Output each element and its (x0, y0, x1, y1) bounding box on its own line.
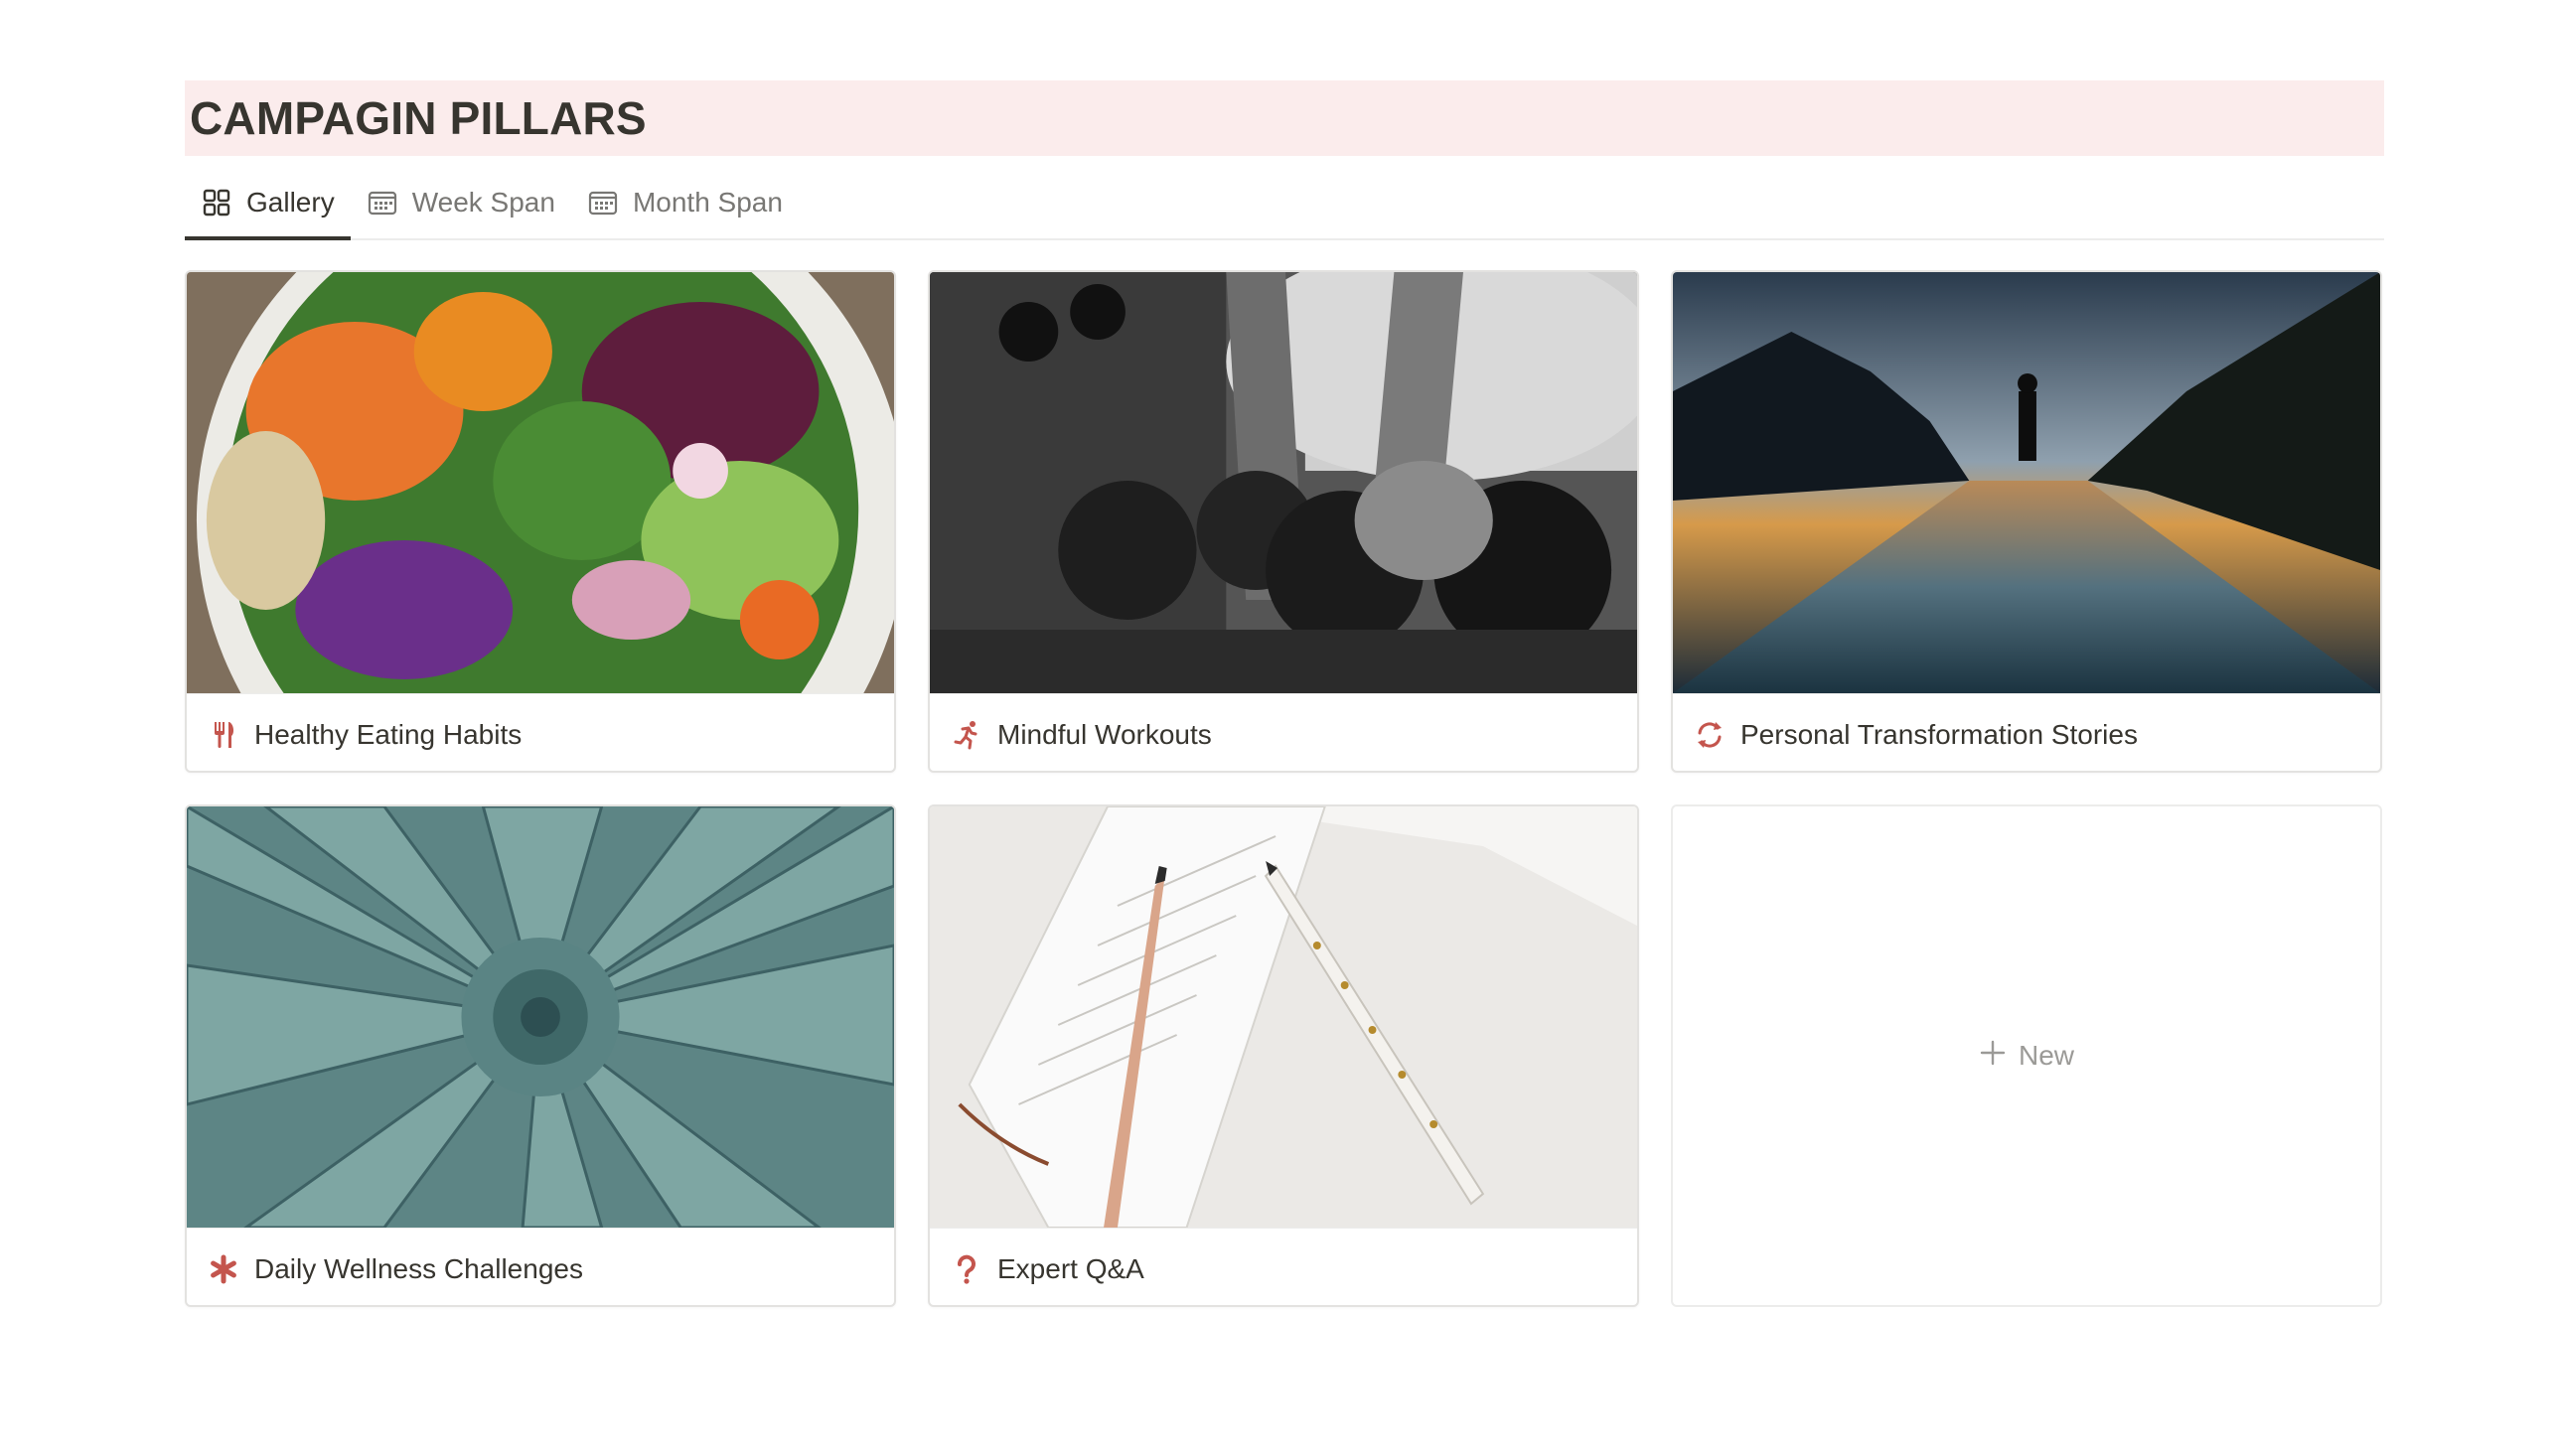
asterisk-icon (207, 1252, 240, 1286)
card-cover-image (930, 272, 1637, 693)
question-mark-icon (950, 1252, 983, 1286)
gallery-card-mindful-workouts[interactable]: Mindful Workouts (928, 270, 1639, 773)
gallery-card-expert-qa[interactable]: Expert Q&A (928, 804, 1639, 1307)
gallery-card-daily-wellness[interactable]: Daily Wellness Challenges (185, 804, 896, 1307)
view-tabs: Gallery Week Span Month Span (185, 167, 2384, 240)
gallery-grid-icon (201, 187, 232, 218)
card-footer: Daily Wellness Challenges (187, 1228, 894, 1305)
card-footer: Healthy Eating Habits (187, 693, 894, 771)
plus-icon (1979, 1039, 2007, 1074)
new-card-button[interactable]: New (1671, 804, 2382, 1307)
card-cover-image (930, 806, 1637, 1228)
calendar-icon (587, 187, 619, 218)
card-title: Expert Q&A (997, 1252, 1144, 1284)
card-cover-image (187, 806, 894, 1228)
card-title: Mindful Workouts (997, 718, 1212, 750)
tab-label: Month Span (632, 187, 783, 218)
card-footer: Mindful Workouts (930, 693, 1637, 771)
card-footer: Expert Q&A (930, 1228, 1637, 1305)
card-cover-image (1673, 272, 2380, 693)
card-title: Healthy Eating Habits (254, 718, 523, 750)
tab-label: Week Span (411, 187, 555, 218)
fork-knife-icon (207, 718, 240, 752)
card-title: Daily Wellness Challenges (254, 1252, 583, 1284)
gallery-card-healthy-eating[interactable]: Healthy Eating Habits (185, 270, 896, 773)
running-person-icon (950, 718, 983, 752)
new-card-label: New (2018, 1040, 2074, 1071)
tab-label: Gallery (246, 187, 335, 218)
card-cover-image (187, 272, 894, 693)
tab-month-span[interactable]: Month Span (571, 167, 799, 238)
card-footer: Personal Transformation Stories (1673, 693, 2380, 771)
calendar-icon (367, 187, 398, 218)
page: CAMPAGIN PILLARS Gallery Week Span Month… (0, 0, 2555, 1456)
tab-gallery[interactable]: Gallery (185, 167, 351, 240)
page-title[interactable]: CAMPAGIN PILLARS (190, 91, 647, 145)
card-title: Personal Transformation Stories (1740, 718, 2138, 750)
page-title-banner: CAMPAGIN PILLARS (185, 80, 2384, 156)
tab-week-span[interactable]: Week Span (351, 167, 571, 238)
refresh-arrows-icon (1693, 718, 1727, 752)
gallery-card-personal-transformation[interactable]: Personal Transformation Stories (1671, 270, 2382, 773)
